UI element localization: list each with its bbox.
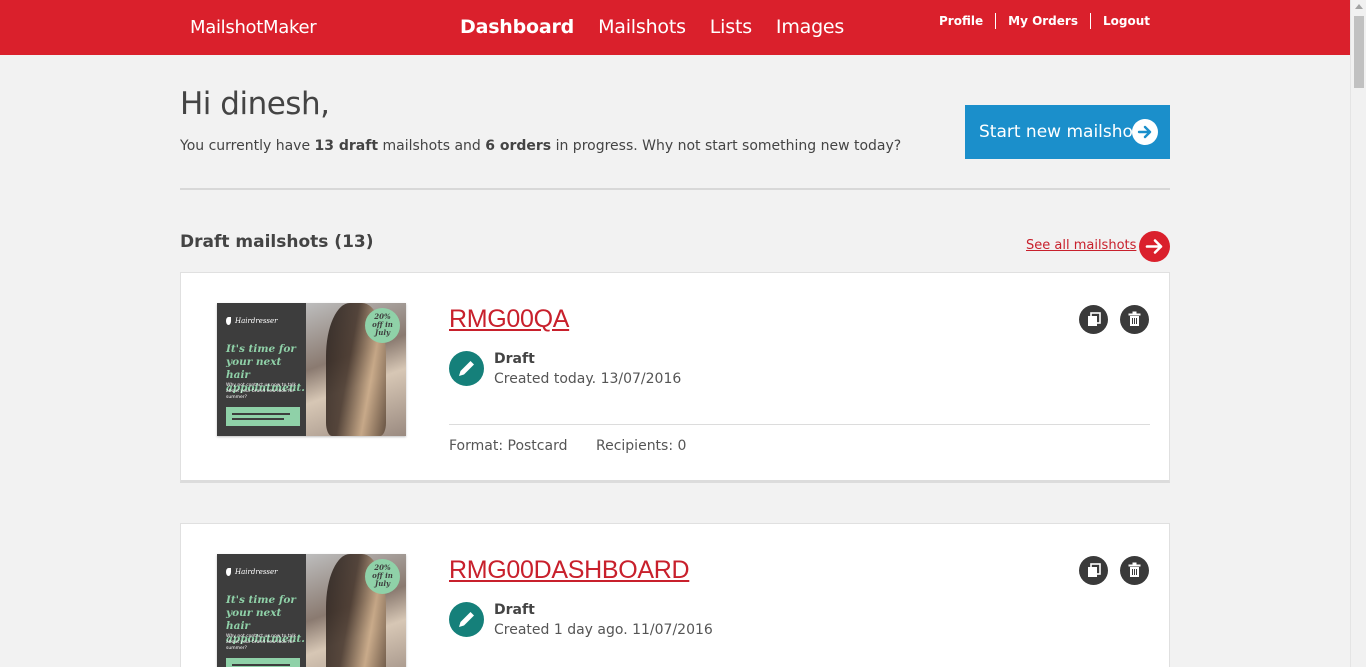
draft-count: 13 draft — [314, 138, 379, 154]
thumbnail-body: Why not contact us now to talk about you… — [226, 634, 297, 651]
thumbnail-contact-box — [226, 658, 300, 667]
thumbnail-brand: Hairdresser — [226, 317, 278, 325]
scrollbar-thumb[interactable] — [1354, 16, 1364, 88]
pencil-icon — [449, 602, 484, 637]
thumbnail-photo: 20% off in July — [306, 303, 406, 436]
nav-dashboard[interactable]: Dashboard — [460, 16, 574, 38]
copy-icon[interactable] — [1079, 556, 1108, 585]
trash-icon[interactable] — [1120, 556, 1149, 585]
trash-icon[interactable] — [1120, 305, 1149, 334]
greeting-heading: Hi dinesh, — [180, 86, 330, 122]
thumbnail-photo: 20% off in July — [306, 554, 406, 667]
mailshot-thumbnail[interactable]: Hairdresser It's time for your next hair… — [217, 554, 406, 667]
copy-icon[interactable] — [1079, 305, 1108, 334]
my-orders-link[interactable]: My Orders — [995, 13, 1090, 29]
brand-logo[interactable]: MailshotMaker — [190, 17, 317, 38]
discount-badge: 20% off in July — [365, 308, 400, 343]
scroll-up-arrow-icon[interactable] — [1355, 4, 1363, 9]
top-navigation-bar: MailshotMaker Dashboard Mailshots Lists … — [0, 0, 1350, 55]
nav-images[interactable]: Images — [776, 16, 844, 38]
thumbnail-contact-box — [226, 407, 300, 426]
user-nav: Profile My Orders Logout — [927, 13, 1150, 29]
start-new-mailshot-button[interactable]: Start new mailshot — [965, 105, 1170, 159]
status-label: Draft — [494, 602, 535, 618]
main-nav: Dashboard Mailshots Lists Images — [460, 16, 844, 38]
mailshot-title-link[interactable]: RMG00QA — [449, 305, 569, 334]
arrow-right-icon — [1132, 119, 1158, 145]
mailshot-thumbnail[interactable]: Hairdresser It's time for your next hair… — [217, 303, 406, 436]
recipients-info: Recipients: 0 — [596, 438, 687, 454]
mailshot-title-link[interactable]: RMG00DASHBOARD — [449, 556, 690, 585]
orders-count: 6 orders — [485, 138, 552, 154]
nav-mailshots[interactable]: Mailshots — [598, 16, 686, 38]
discount-badge: 20% off in July — [365, 559, 400, 594]
logout-link[interactable]: Logout — [1089, 13, 1150, 29]
pencil-icon — [449, 351, 484, 386]
thumbnail-text-panel: Hairdresser It's time for your next hair… — [217, 303, 306, 436]
page-scrollbar[interactable] — [1350, 0, 1366, 667]
created-date: Created 1 day ago. 11/07/2016 — [494, 622, 713, 638]
card-divider — [449, 424, 1150, 425]
profile-link[interactable]: Profile — [927, 13, 995, 29]
status-label: Draft — [494, 351, 535, 367]
mailshot-card: Hairdresser It's time for your next hair… — [180, 272, 1170, 483]
mailshot-card: Hairdresser It's time for your next hair… — [180, 523, 1170, 667]
summary-suffix: in progress. Why not start something new… — [551, 138, 902, 154]
draft-mailshots-heading: Draft mailshots (13) — [180, 232, 374, 252]
see-all-mailshots-link[interactable]: See all mailshots — [1026, 238, 1136, 253]
summary-prefix: You currently have — [180, 138, 315, 154]
arrow-right-icon[interactable] — [1139, 231, 1170, 262]
thumbnail-brand: Hairdresser — [226, 568, 278, 576]
dashboard-summary: You currently have 13 draft mailshots an… — [180, 138, 901, 154]
format-info: Format: Postcard — [449, 438, 568, 454]
nav-lists[interactable]: Lists — [710, 16, 752, 38]
created-date: Created today. 13/07/2016 — [494, 371, 682, 387]
summary-mid: mailshots and — [378, 138, 486, 154]
thumbnail-text-panel: Hairdresser It's time for your next hair… — [217, 554, 306, 667]
start-button-label: Start new mailshot — [979, 122, 1140, 142]
thumbnail-body: Why not contact us now to talk about you… — [226, 383, 297, 400]
section-divider — [180, 188, 1170, 190]
